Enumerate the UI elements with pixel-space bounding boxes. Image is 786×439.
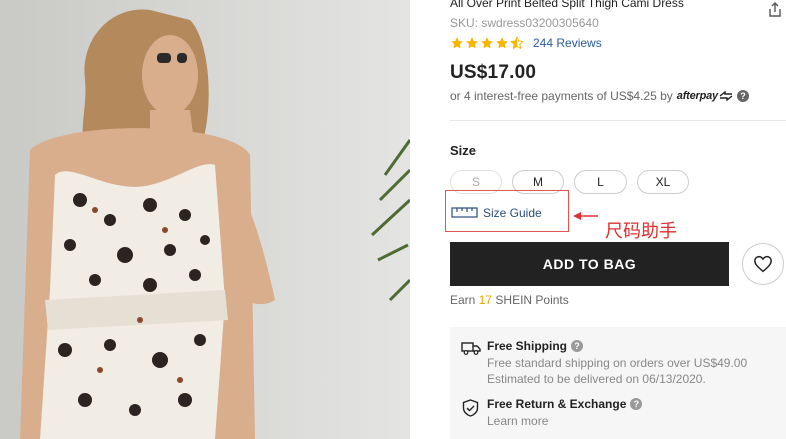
points-suffix: SHEIN Points [495,293,569,307]
rating[interactable]: 244 Reviews [450,36,602,50]
reviews-link[interactable]: 244 Reviews [533,36,602,50]
rating-stars [450,36,524,50]
afterpay-info: or 4 interest-free payments of US$4.25 b… [450,89,749,103]
size-label: Size [450,143,477,158]
star-icon [451,37,463,49]
free-return-title: Free Return & Exchange ? [487,397,643,411]
half-star-icon [510,36,524,50]
size-option-xl[interactable]: XL [637,170,689,194]
perks-panel: Free Shipping ? Free standard shipping o… [450,327,786,439]
points-prefix: Earn [450,293,476,307]
add-to-bag-button[interactable]: ADD TO BAG [450,242,729,286]
ruler-icon [451,207,478,218]
product-image[interactable] [0,0,410,439]
heart-icon [754,255,772,273]
divider [450,120,786,121]
afterpay-text: or 4 interest-free payments of US$4.25 b… [450,89,673,103]
free-shipping-label: Free Shipping [487,339,568,353]
learn-more-link[interactable]: Learn more [487,414,548,428]
size-guide-label: Size Guide [483,206,542,220]
star-icon [466,37,478,49]
help-icon[interactable]: ? [630,398,643,410]
wishlist-button[interactable] [742,243,784,285]
shipping-threshold-text: Free standard shipping on orders over US… [487,356,748,370]
star-icon [481,37,493,49]
annotation-arrow-icon [573,212,598,220]
free-shipping-title: Free Shipping ? [487,339,584,353]
truck-icon [461,342,481,355]
delivery-estimate-text: Estimated to be delivered on 06/13/2020. [487,372,706,386]
product-title: All Over Print Belted Split Thigh Cami D… [450,0,684,10]
points-count: 17 [478,293,493,307]
help-icon[interactable]: ? [571,340,584,352]
shield-icon [462,399,479,417]
product-sku: SKU: swdress03200305640 [450,16,599,30]
product-price: US$17.00 [450,62,537,83]
help-icon[interactable]: ? [736,90,749,102]
size-guide-link[interactable]: Size Guide [451,206,542,220]
points-info: Earn 17 SHEIN Points [450,293,569,307]
share-icon[interactable] [766,0,784,18]
free-return-label: Free Return & Exchange [487,397,627,411]
star-icon [496,37,508,49]
size-option-l[interactable]: L [574,170,627,194]
afterpay-logo: afterpay [676,90,718,102]
annotation-label: 尺码助手 [605,221,677,242]
afterpay-arrows-icon [719,91,733,101]
